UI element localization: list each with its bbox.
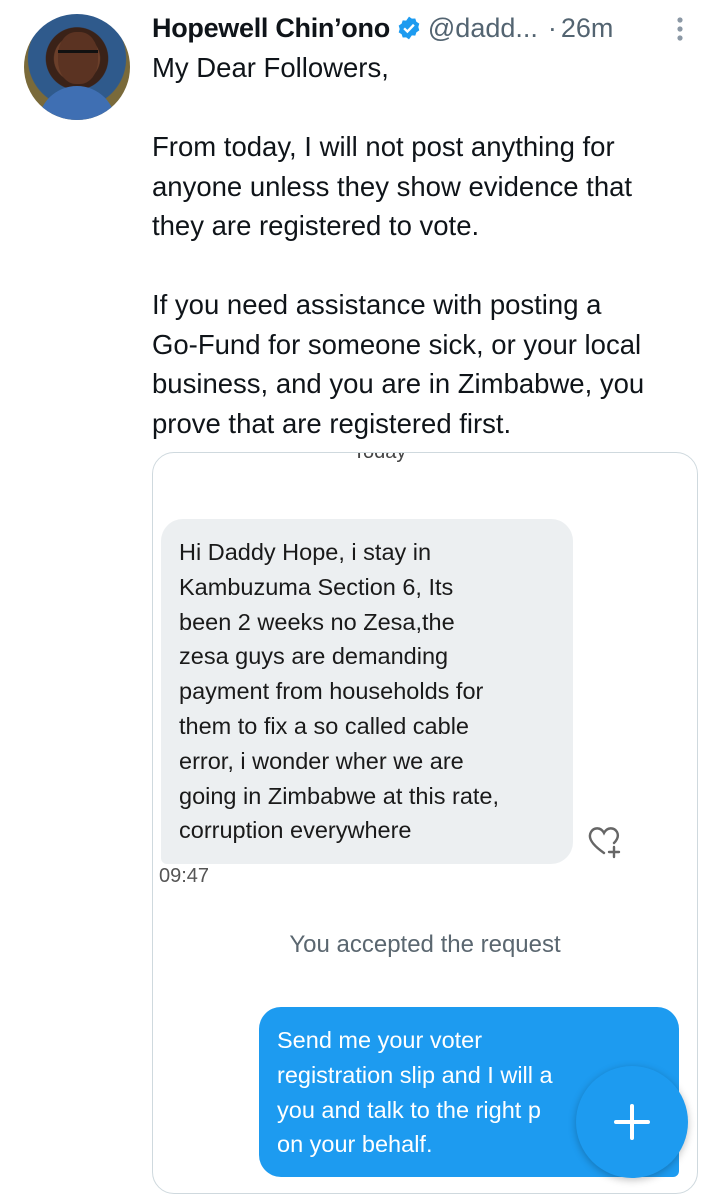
incoming-message-time: 09:47 — [159, 865, 210, 887]
incoming-message-bubble: Hi Daddy Hope, i stay in Kambuzuma Secti… — [161, 519, 573, 865]
tweet-line: Go-Fund for someone sick, or your local — [152, 328, 642, 360]
tweet-paragraph-gap — [152, 88, 700, 128]
tweet-line: From today, I will not post anything for — [152, 131, 615, 162]
compose-button[interactable] — [576, 1066, 688, 1178]
author-name[interactable]: Hopewell Chin’ono — [152, 13, 390, 44]
message-line: going in Zimbabwe at this rate, — [179, 782, 500, 809]
cropped-day-header: Today — [353, 452, 407, 463]
tweet-line: My Dear Followers, — [152, 52, 389, 83]
more-vertical-icon[interactable] — [670, 14, 690, 44]
avatar-glasses — [58, 50, 98, 61]
verified-badge-icon — [398, 16, 420, 40]
message-line: been 2 weeks no Zesa,the — [179, 608, 455, 635]
tweet-timestamp[interactable]: 26m — [561, 13, 614, 44]
message-line: Kambuzuma Section 6, Its — [179, 573, 454, 600]
message-line: payment from households for — [179, 678, 484, 705]
author-handle[interactable]: @dadd... — [428, 13, 538, 44]
avatar-shirt — [38, 86, 116, 120]
message-line: them to fix a so called cable — [179, 712, 469, 739]
message-line: zesa guys are demanding — [179, 643, 449, 670]
tweet-body: My Dear Followers, From today, I will no… — [152, 48, 700, 443]
tweet-line: they are registered to vote. — [152, 210, 480, 241]
plus-icon — [614, 1104, 650, 1140]
message-line: Hi Daddy Hope, i stay in — [179, 539, 432, 565]
message-line: Send me your voter — [277, 1027, 483, 1053]
request-accepted-notice: You accepted the request — [289, 931, 561, 958]
heart-plus-icon — [588, 827, 621, 859]
tweet-line: anyone unless they show evidence that — [152, 170, 633, 202]
message-line: error, i wonder wher we are — [179, 747, 464, 774]
tweet-line: business, and you are in Zimbabwe, you — [152, 368, 645, 399]
tweet-paragraph-gap — [152, 246, 700, 286]
author-avatar[interactable] — [24, 14, 130, 120]
message-line: corruption everywhere — [179, 817, 412, 844]
header-separator: · — [547, 12, 557, 43]
tweet-header: Hopewell Chin’ono @dadd... · 26m — [152, 8, 690, 48]
tweet-line: prove that are registered first. — [152, 407, 512, 439]
tweet-line: If you need assistance with posting a — [152, 289, 602, 320]
